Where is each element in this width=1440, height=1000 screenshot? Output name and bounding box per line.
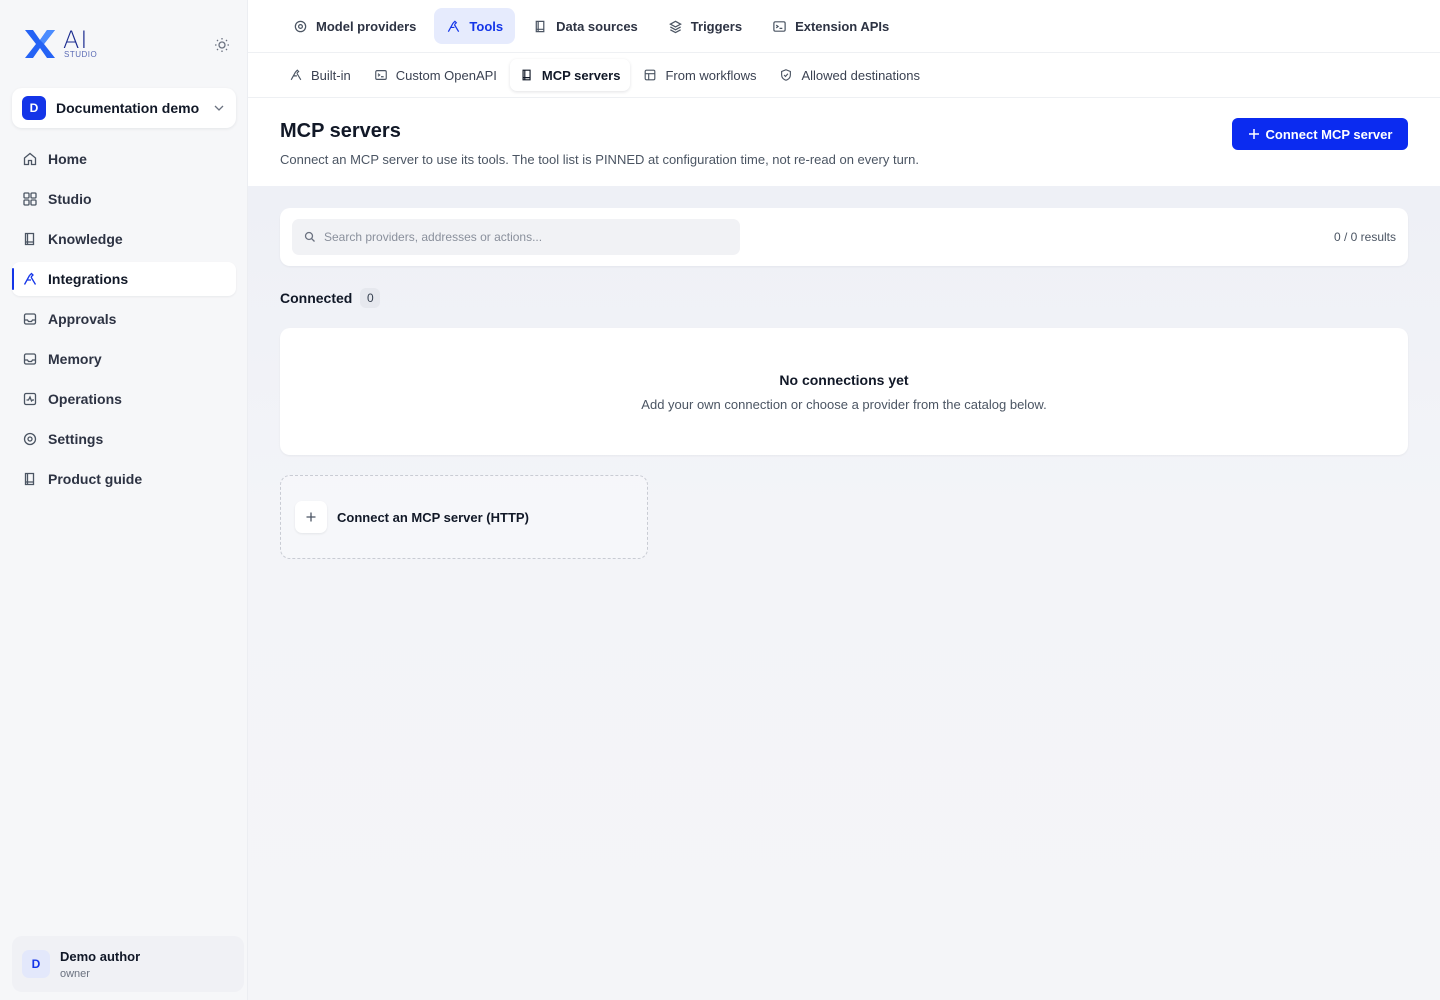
search-icon (304, 231, 315, 242)
plus-icon (1248, 129, 1259, 139)
workspace-switcher[interactable]: D Documentation demo (12, 88, 236, 128)
connect-mcp-http-card[interactable]: Connect an MCP server (HTTP) (280, 475, 648, 559)
tab-label: Model providers (316, 18, 417, 34)
sidebar-item-operations[interactable]: Operations (12, 382, 236, 416)
tools-icon (290, 69, 302, 81)
subtab-label: Allowed destinations (801, 67, 920, 83)
subtab-label: From workflows (665, 67, 757, 83)
avatar: D (22, 950, 50, 978)
sidebar-nav: Home Studio Knowledge Integrations Appro… (12, 142, 236, 502)
sun-icon (215, 38, 229, 52)
table-icon (645, 69, 656, 81)
x-logo-icon (25, 30, 55, 58)
empty-state: No connections yet Add your own connecti… (280, 328, 1408, 455)
tab-extension-apis[interactable]: Extension APIs (760, 8, 901, 44)
brand-sub: STUDIO (64, 50, 98, 59)
subtab-custom-openapi[interactable]: Custom OpenAPI (364, 59, 507, 91)
sub-tabs: Built-in Custom OpenAPI MCP servers From… (248, 53, 1440, 98)
user-name: Demo author (60, 948, 141, 964)
sidebar-item-label: Knowledge (48, 231, 123, 247)
page-title: MCP servers (280, 120, 401, 142)
book-icon (24, 472, 35, 486)
activity-icon (23, 392, 37, 406)
sidebar-item-knowledge[interactable]: Knowledge (12, 222, 236, 256)
plus-icon (306, 512, 316, 522)
terminal-icon (374, 70, 387, 80)
subtab-mcp-servers[interactable]: MCP servers (509, 59, 631, 91)
book-icon (522, 69, 531, 81)
sidebar-item-studio[interactable]: Studio (12, 182, 236, 216)
theme-toggle-button[interactable] (213, 36, 231, 54)
subtab-label: MCP servers (541, 67, 621, 83)
sidebar-item-label: Studio (48, 191, 92, 207)
terminal-icon (773, 20, 786, 32)
search-card: 0 / 0 results (280, 208, 1408, 266)
results-count: 0 / 0 results (1333, 230, 1396, 244)
home-icon (23, 152, 37, 166)
inbox-icon (23, 353, 37, 365)
target-icon (294, 20, 307, 32)
count-badge: 0 (360, 288, 381, 308)
tab-data-sources[interactable]: Data sources (521, 8, 650, 44)
tab-label: Tools (469, 18, 504, 34)
sidebar: AI STUDIO D Documentation demo Home Stud… (0, 0, 248, 1000)
book-icon (24, 232, 35, 246)
gear-icon (23, 432, 37, 446)
user-meta: Demo author owner (60, 949, 140, 980)
top-tabs: Model providers Tools Data sources Trigg… (248, 0, 1440, 53)
tools-icon (23, 272, 37, 285)
connect-plus-button[interactable] (295, 501, 327, 533)
layers-icon (668, 20, 682, 33)
sidebar-item-label: Home (48, 151, 87, 167)
user-profile[interactable]: D Demo author owner (12, 936, 244, 992)
button-label: Connect MCP server (1265, 126, 1393, 142)
page-header: MCP servers Connect an MCP server to use… (248, 98, 1440, 186)
tab-label: Data sources (556, 18, 638, 34)
empty-state-title: No connections yet (779, 372, 909, 388)
sidebar-item-label: Memory (48, 351, 102, 367)
tab-label: Triggers (690, 18, 743, 34)
section-title: Connected (280, 290, 353, 306)
empty-state-description: Add your own connection or choose a prov… (641, 397, 1047, 412)
sidebar-item-label: Approvals (48, 311, 117, 327)
book-icon (535, 20, 545, 32)
tab-label: Extension APIs (795, 18, 890, 34)
sidebar-item-label: Operations (48, 391, 122, 407)
subtab-label: Built-in (311, 67, 351, 83)
tab-model-providers[interactable]: Model providers (281, 8, 428, 44)
subtab-allowed-destinations[interactable]: Allowed destinations (769, 59, 930, 91)
grid-icon (23, 192, 37, 206)
chevron-down-icon (214, 105, 224, 111)
page-description: Connect an MCP server to use its tools. … (280, 152, 919, 167)
search-input[interactable] (324, 230, 724, 244)
sidebar-item-label: Integrations (48, 271, 129, 287)
sidebar-item-label: Settings (48, 431, 104, 447)
brand-logo[interactable]: AI STUDIO (23, 26, 103, 62)
subtab-built-in[interactable]: Built-in (279, 59, 361, 91)
search-box[interactable] (292, 219, 740, 255)
sidebar-item-label: Product guide (48, 471, 143, 487)
sidebar-item-product-guide[interactable]: Product guide (12, 462, 236, 496)
tab-triggers[interactable]: Triggers (656, 8, 754, 44)
subtab-label: Custom OpenAPI (395, 67, 497, 83)
shield-icon (781, 69, 792, 81)
sidebar-item-settings[interactable]: Settings (12, 422, 236, 456)
main-area: Model providers Tools Data sources Trigg… (248, 0, 1440, 1000)
connect-mcp-server-button[interactable]: Connect MCP server (1232, 118, 1408, 150)
workspace-name: Documentation demo (56, 100, 200, 116)
tab-tools[interactable]: Tools (434, 8, 516, 44)
sidebar-item-integrations[interactable]: Integrations (12, 262, 236, 296)
tools-icon (448, 19, 460, 32)
content-area: 0 / 0 results Connected 0 No connections… (248, 186, 1440, 1000)
sidebar-item-home[interactable]: Home (12, 142, 236, 176)
sidebar-item-memory[interactable]: Memory (12, 342, 236, 376)
user-role: owner (60, 967, 90, 980)
workspace-avatar: D (22, 96, 46, 120)
inbox-icon (23, 313, 37, 325)
sidebar-item-approvals[interactable]: Approvals (12, 302, 236, 336)
subtab-from-workflows[interactable]: From workflows (633, 59, 766, 91)
connected-section-header: Connected 0 (280, 288, 381, 308)
connect-card-label: Connect an MCP server (HTTP) (337, 509, 529, 525)
